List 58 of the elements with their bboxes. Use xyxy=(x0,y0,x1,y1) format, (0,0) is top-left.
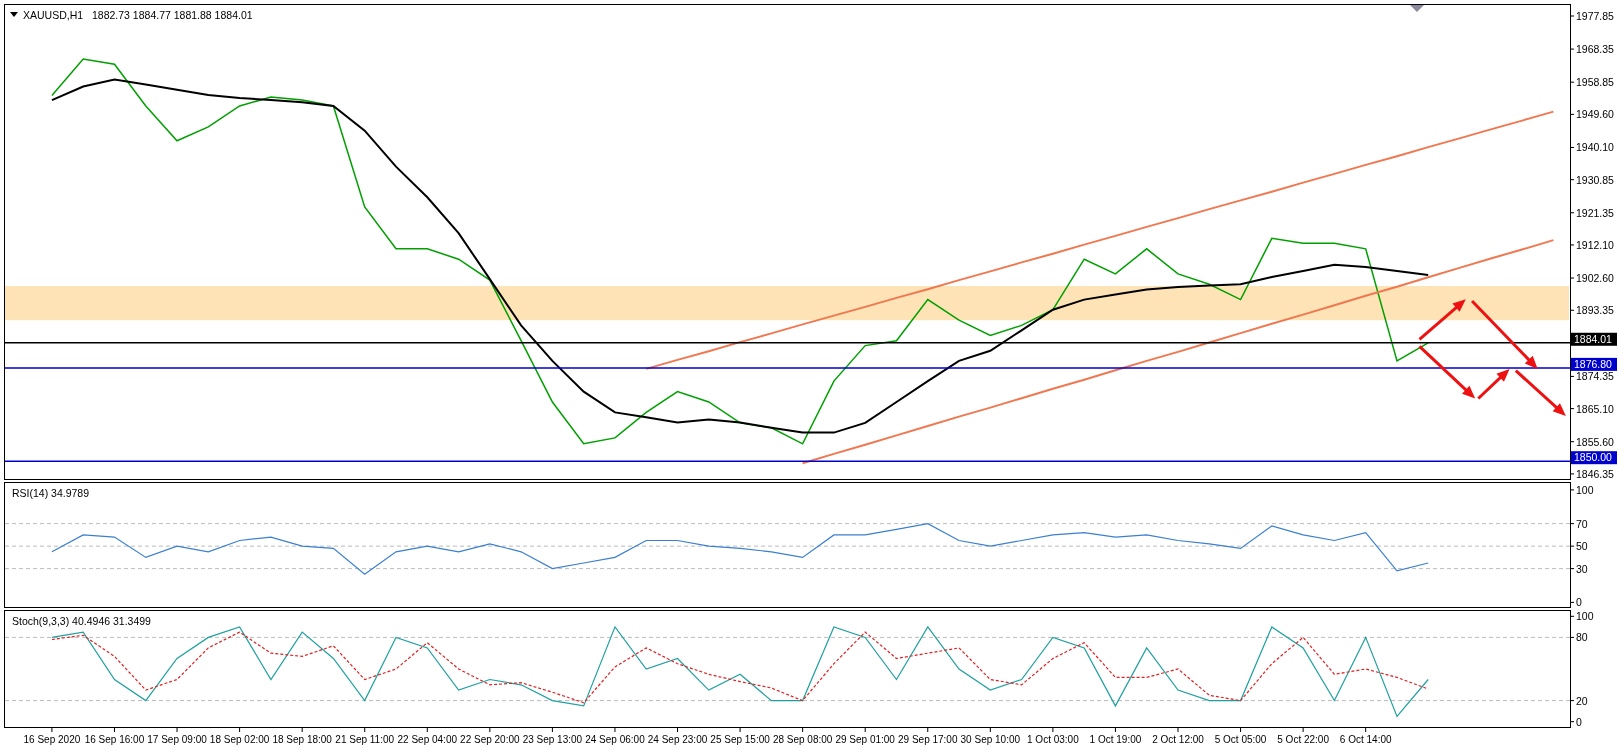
time-label: 22 Sep 20:00 xyxy=(460,734,520,745)
time-label: 30 Sep 10:00 xyxy=(960,734,1021,745)
time-label: 16 Sep 2020 xyxy=(23,734,81,745)
time-label: 6 Oct 14:00 xyxy=(1339,734,1392,745)
dropdown-icon[interactable] xyxy=(10,12,18,17)
time-label: 21 Sep 11:00 xyxy=(335,734,395,745)
time-label: 18 Sep 18:00 xyxy=(272,734,332,745)
ref-line-label: 1876.80 xyxy=(1574,357,1613,370)
axis-label: 1968.35 xyxy=(1576,43,1614,56)
price-label: 1876.80 xyxy=(1571,357,1617,371)
forecast-arrow xyxy=(1418,299,1466,341)
axis-label: 1846.35 xyxy=(1576,467,1614,480)
time-label: 22 Sep 04:00 xyxy=(397,734,458,745)
axis-label: 1977.85 xyxy=(1576,10,1614,22)
axis-label: 1893.35 xyxy=(1576,304,1614,317)
axis-label: 50 xyxy=(1576,540,1588,553)
indicator-title: RSI(14) 34.9789 xyxy=(12,487,90,499)
axis-label: 1958.85 xyxy=(1576,76,1614,89)
time-label: 1 Oct 03:00 xyxy=(1027,734,1079,745)
axis-label: 1921.35 xyxy=(1576,206,1614,219)
ohlc-values: 1882.73 1884.77 1881.88 1884.01 xyxy=(92,9,253,21)
axis-label: 70 xyxy=(1576,517,1588,530)
time-label: 28 Sep 08:00 xyxy=(772,734,833,745)
time-label: 29 Sep 01:00 xyxy=(835,734,895,745)
time-label: 24 Sep 23:00 xyxy=(647,734,708,745)
time-label: 17 Sep 09:00 xyxy=(147,734,207,745)
axis-label: 1949.60 xyxy=(1576,108,1614,121)
axis-label: 80 xyxy=(1576,631,1588,644)
time-label: 1 Oct 19:00 xyxy=(1089,734,1142,745)
time-label: 23 Sep 13:00 xyxy=(522,734,583,745)
time-label: 16 Sep 16:00 xyxy=(84,734,145,745)
axis-label: 100 xyxy=(1576,483,1594,496)
price-label: 1884.01 xyxy=(1571,332,1617,346)
axis-label: 1940.10 xyxy=(1576,141,1614,154)
axis-label: 20 xyxy=(1576,694,1588,707)
time-label: 5 Oct 22:00 xyxy=(1277,734,1329,745)
axis-label: 1930.85 xyxy=(1576,173,1614,186)
axis-label: 0 xyxy=(1576,596,1582,608)
axis-label: 100 xyxy=(1576,610,1594,623)
symbol-label: XAUUSD,H1 xyxy=(23,9,84,21)
price-label: 1850.00 xyxy=(1571,451,1617,465)
axis-label: 1902.60 xyxy=(1576,272,1614,285)
ref-line-label: 1884.01 xyxy=(1574,332,1613,345)
axis-label: 1855.60 xyxy=(1576,435,1614,448)
axis-label: 1874.35 xyxy=(1576,370,1614,383)
time-label: 5 Oct 05:00 xyxy=(1214,734,1267,745)
axis-label: 30 xyxy=(1576,562,1588,575)
time-label: 29 Sep 17:00 xyxy=(898,734,958,745)
indicator-title: Stoch(9,3,3) 40.4946 31.3499 xyxy=(12,615,151,627)
time-label: 24 Sep 06:00 xyxy=(585,734,645,745)
shift-marker-icon[interactable] xyxy=(1410,5,1424,12)
time-label: 2 Oct 12:00 xyxy=(1152,734,1204,745)
time-label: 25 Sep 15:00 xyxy=(710,734,770,745)
time-label: 18 Sep 02:00 xyxy=(209,734,270,745)
ref-line-label: 1850.00 xyxy=(1574,451,1613,464)
axis-label: 0 xyxy=(1576,715,1582,728)
axis-label: 1865.10 xyxy=(1576,402,1614,415)
axis-label: 1912.10 xyxy=(1576,238,1614,251)
